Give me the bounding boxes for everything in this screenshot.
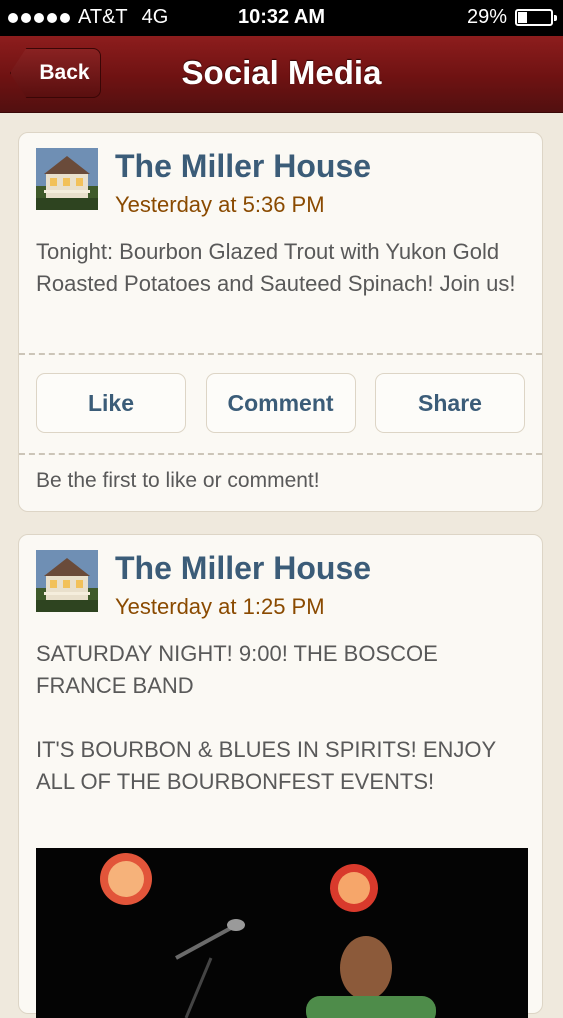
engagement-text: Be the first to like or comment! bbox=[36, 469, 320, 492]
post-text: SATURDAY NIGHT! 9:00! THE BOSCOE FRANCE … bbox=[36, 641, 496, 794]
post-card: The Miller House Yesterday at 1:25 PM SA… bbox=[18, 534, 543, 1018]
post-timestamp: Yesterday at 1:25 PM bbox=[115, 594, 325, 619]
poster-name[interactable]: The Miller House bbox=[115, 550, 371, 587]
page-title: Social Media bbox=[181, 54, 382, 91]
post-photo[interactable] bbox=[36, 848, 528, 1018]
battery-percent: 29% bbox=[466, 6, 507, 28]
band-photo-icon bbox=[36, 848, 528, 1018]
divider bbox=[19, 453, 542, 455]
status-bar: AT&T 4G 10:32 AM 29% bbox=[0, 0, 563, 36]
battery-level bbox=[518, 12, 527, 23]
status-right: 29% bbox=[466, 6, 557, 29]
post-card: The Miller House Yesterday at 5:36 PM To… bbox=[18, 132, 543, 512]
post-actions: Like Comment Share bbox=[36, 373, 525, 433]
comment-button[interactable]: Comment bbox=[205, 373, 356, 433]
poster-name[interactable]: The Miller House bbox=[115, 148, 371, 185]
avatar[interactable] bbox=[36, 550, 98, 612]
like-button[interactable]: Like bbox=[36, 373, 186, 433]
divider bbox=[19, 353, 542, 355]
house-photo-icon bbox=[36, 550, 98, 612]
navigation-bar: Back Social Media bbox=[0, 36, 563, 113]
post-timestamp: Yesterday at 5:36 PM bbox=[115, 192, 325, 217]
battery-icon bbox=[515, 9, 557, 26]
share-button[interactable]: Share bbox=[375, 373, 525, 433]
post-text: Tonight: Bourbon Glazed Trout with Yukon… bbox=[36, 239, 516, 296]
avatar[interactable] bbox=[36, 148, 98, 210]
house-photo-icon bbox=[36, 148, 98, 210]
